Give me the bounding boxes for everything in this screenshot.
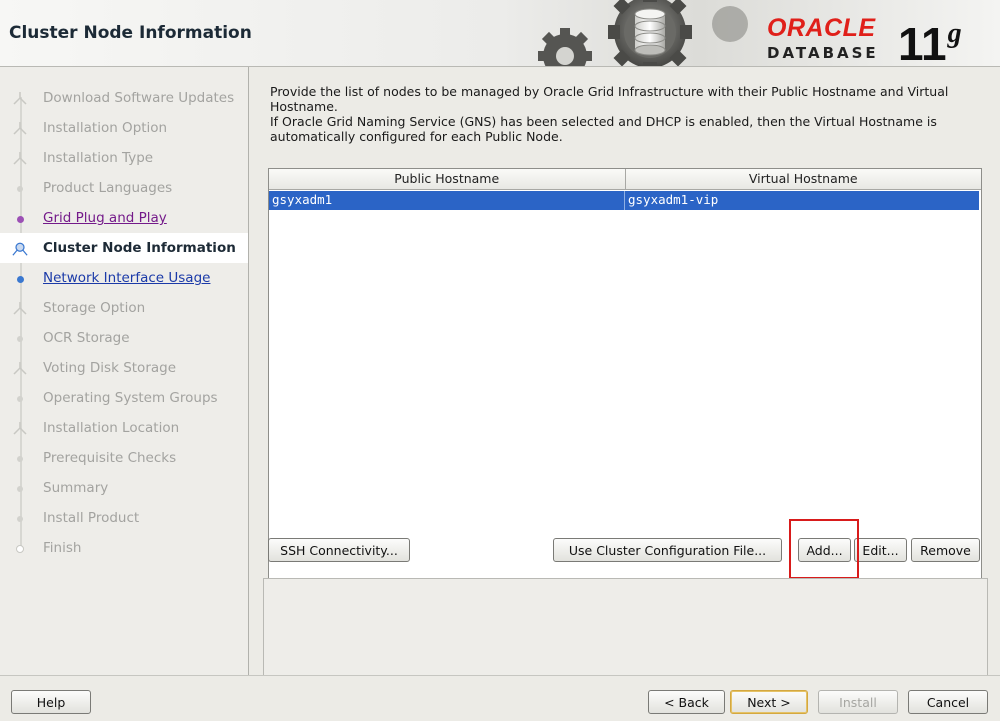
- cancel-button[interactable]: Cancel: [908, 690, 988, 714]
- help-label: Help: [36, 694, 66, 710]
- step-label: Storage Option: [43, 300, 146, 316]
- step-label: Download Software Updates: [43, 90, 235, 106]
- cell-virtual-hostname[interactable]: gsyxadm1-vip: [625, 191, 979, 210]
- gears-database-graphic-icon: [538, 0, 748, 66]
- step-label: Install Product: [43, 510, 140, 526]
- step-label: Summary: [43, 480, 109, 496]
- step-dot-icon: [12, 452, 28, 466]
- step-dot-icon: [12, 392, 28, 406]
- step-fork-icon: [12, 362, 28, 376]
- help-button[interactable]: Help: [11, 690, 91, 714]
- step-dot-icon: [12, 212, 28, 226]
- next-button[interactable]: Next >: [730, 690, 808, 714]
- footer-divider: [0, 675, 1000, 676]
- instructions-paragraph-1: Provide the list of nodes to be managed …: [270, 84, 949, 114]
- cell-public-hostname[interactable]: gsyxadm1: [269, 191, 625, 210]
- edit-node-button[interactable]: Edit...: [854, 538, 907, 562]
- table-header-row: Public Hostname Virtual Hostname: [269, 169, 981, 190]
- column-header-virtual-hostname[interactable]: Virtual Hostname: [625, 169, 981, 190]
- step-dot-icon: [12, 272, 28, 286]
- step-end-icon: [12, 542, 28, 556]
- install-button[interactable]: Install: [818, 690, 898, 714]
- next-label: Next >: [747, 694, 791, 710]
- ssh-connectivity-label: SSH Connectivity...: [280, 542, 398, 558]
- use-cluster-config-file-button[interactable]: Use Cluster Configuration File...: [553, 538, 782, 562]
- step-fork-icon: [12, 302, 28, 316]
- main-panel: Provide the list of nodes to be managed …: [250, 67, 1000, 676]
- back-button[interactable]: < Back: [648, 690, 725, 714]
- step-fork-icon: [12, 122, 28, 136]
- step-voting-disk-storage: Voting Disk Storage: [0, 353, 248, 383]
- step-dot-icon: [12, 512, 28, 526]
- step-fork-icon: [12, 152, 28, 166]
- step-ocr-storage: OCR Storage: [0, 323, 248, 353]
- step-dot-icon: [12, 182, 28, 196]
- ssh-connectivity-button[interactable]: SSH Connectivity...: [268, 538, 410, 562]
- step-label: Prerequisite Checks: [43, 450, 177, 466]
- cluster-nodes-table[interactable]: Public Hostname Virtual Hostname gsyxadm…: [268, 168, 982, 591]
- back-label: < Back: [664, 694, 709, 710]
- step-label: Voting Disk Storage: [43, 360, 177, 376]
- page-title: Cluster Node Information: [9, 23, 252, 43]
- step-installation-type: Installation Type: [0, 143, 248, 173]
- steps-sidebar: Download Software Updates Installation O…: [0, 67, 249, 675]
- step-prerequisite-checks: Prerequisite Checks: [0, 443, 248, 473]
- step-fork-icon: [12, 92, 28, 106]
- step-fork-icon: [12, 422, 28, 436]
- step-link-grid-plug-and-play[interactable]: Grid Plug and Play: [43, 210, 167, 226]
- version-logo: 11g: [898, 6, 962, 67]
- step-network-interface-usage[interactable]: Network Interface Usage: [0, 263, 248, 293]
- step-summary: Summary: [0, 473, 248, 503]
- step-product-languages: Product Languages: [0, 173, 248, 203]
- step-label: Installation Location: [43, 420, 180, 436]
- version-number: 11: [898, 18, 947, 67]
- step-current-icon: [12, 242, 28, 256]
- instructions-paragraph-2: If Oracle Grid Naming Service (GNS) has …: [270, 114, 937, 144]
- step-installation-option: Installation Option: [0, 113, 248, 143]
- step-grid-plug-and-play[interactable]: Grid Plug and Play: [0, 203, 248, 233]
- step-install-product: Install Product: [0, 503, 248, 533]
- step-label: Installation Type: [43, 150, 154, 166]
- step-label: Operating System Groups: [43, 390, 218, 406]
- oracle-logo: ORACLE: [767, 14, 876, 42]
- column-header-public-hostname[interactable]: Public Hostname: [269, 169, 626, 190]
- step-storage-option: Storage Option: [0, 293, 248, 323]
- step-dot-icon: [12, 332, 28, 346]
- install-label: Install: [839, 694, 877, 710]
- step-label: OCR Storage: [43, 330, 130, 346]
- version-letter: g: [947, 18, 962, 49]
- table-row[interactable]: gsyxadm1 gsyxadm1-vip: [269, 191, 979, 210]
- step-operating-system-groups: Operating System Groups: [0, 383, 248, 413]
- remove-node-label: Remove: [920, 542, 971, 558]
- edit-node-label: Edit...: [862, 542, 899, 558]
- step-label: Product Languages: [43, 180, 173, 196]
- step-dot-icon: [12, 482, 28, 496]
- step-label: Installation Option: [43, 120, 168, 136]
- remove-node-button[interactable]: Remove: [911, 538, 980, 562]
- step-link-network-interface-usage[interactable]: Network Interface Usage: [43, 270, 210, 286]
- use-cluster-config-file-label: Use Cluster Configuration File...: [568, 542, 767, 558]
- step-installation-location: Installation Location: [0, 413, 248, 443]
- instructions-text: Provide the list of nodes to be managed …: [270, 84, 990, 144]
- cancel-label: Cancel: [926, 694, 970, 710]
- annotation-highlight-box: [789, 519, 859, 579]
- message-area: [263, 578, 988, 676]
- header-banner: Cluster Node Information ORACLE DATABASE…: [0, 0, 1000, 67]
- step-label: Finish: [43, 540, 82, 556]
- database-product-label: DATABASE: [767, 44, 879, 62]
- step-finish: Finish: [0, 533, 248, 563]
- step-download-software-updates: Download Software Updates: [0, 83, 248, 113]
- step-cluster-node-information: Cluster Node Information: [0, 233, 248, 263]
- step-label: Cluster Node Information: [43, 240, 236, 256]
